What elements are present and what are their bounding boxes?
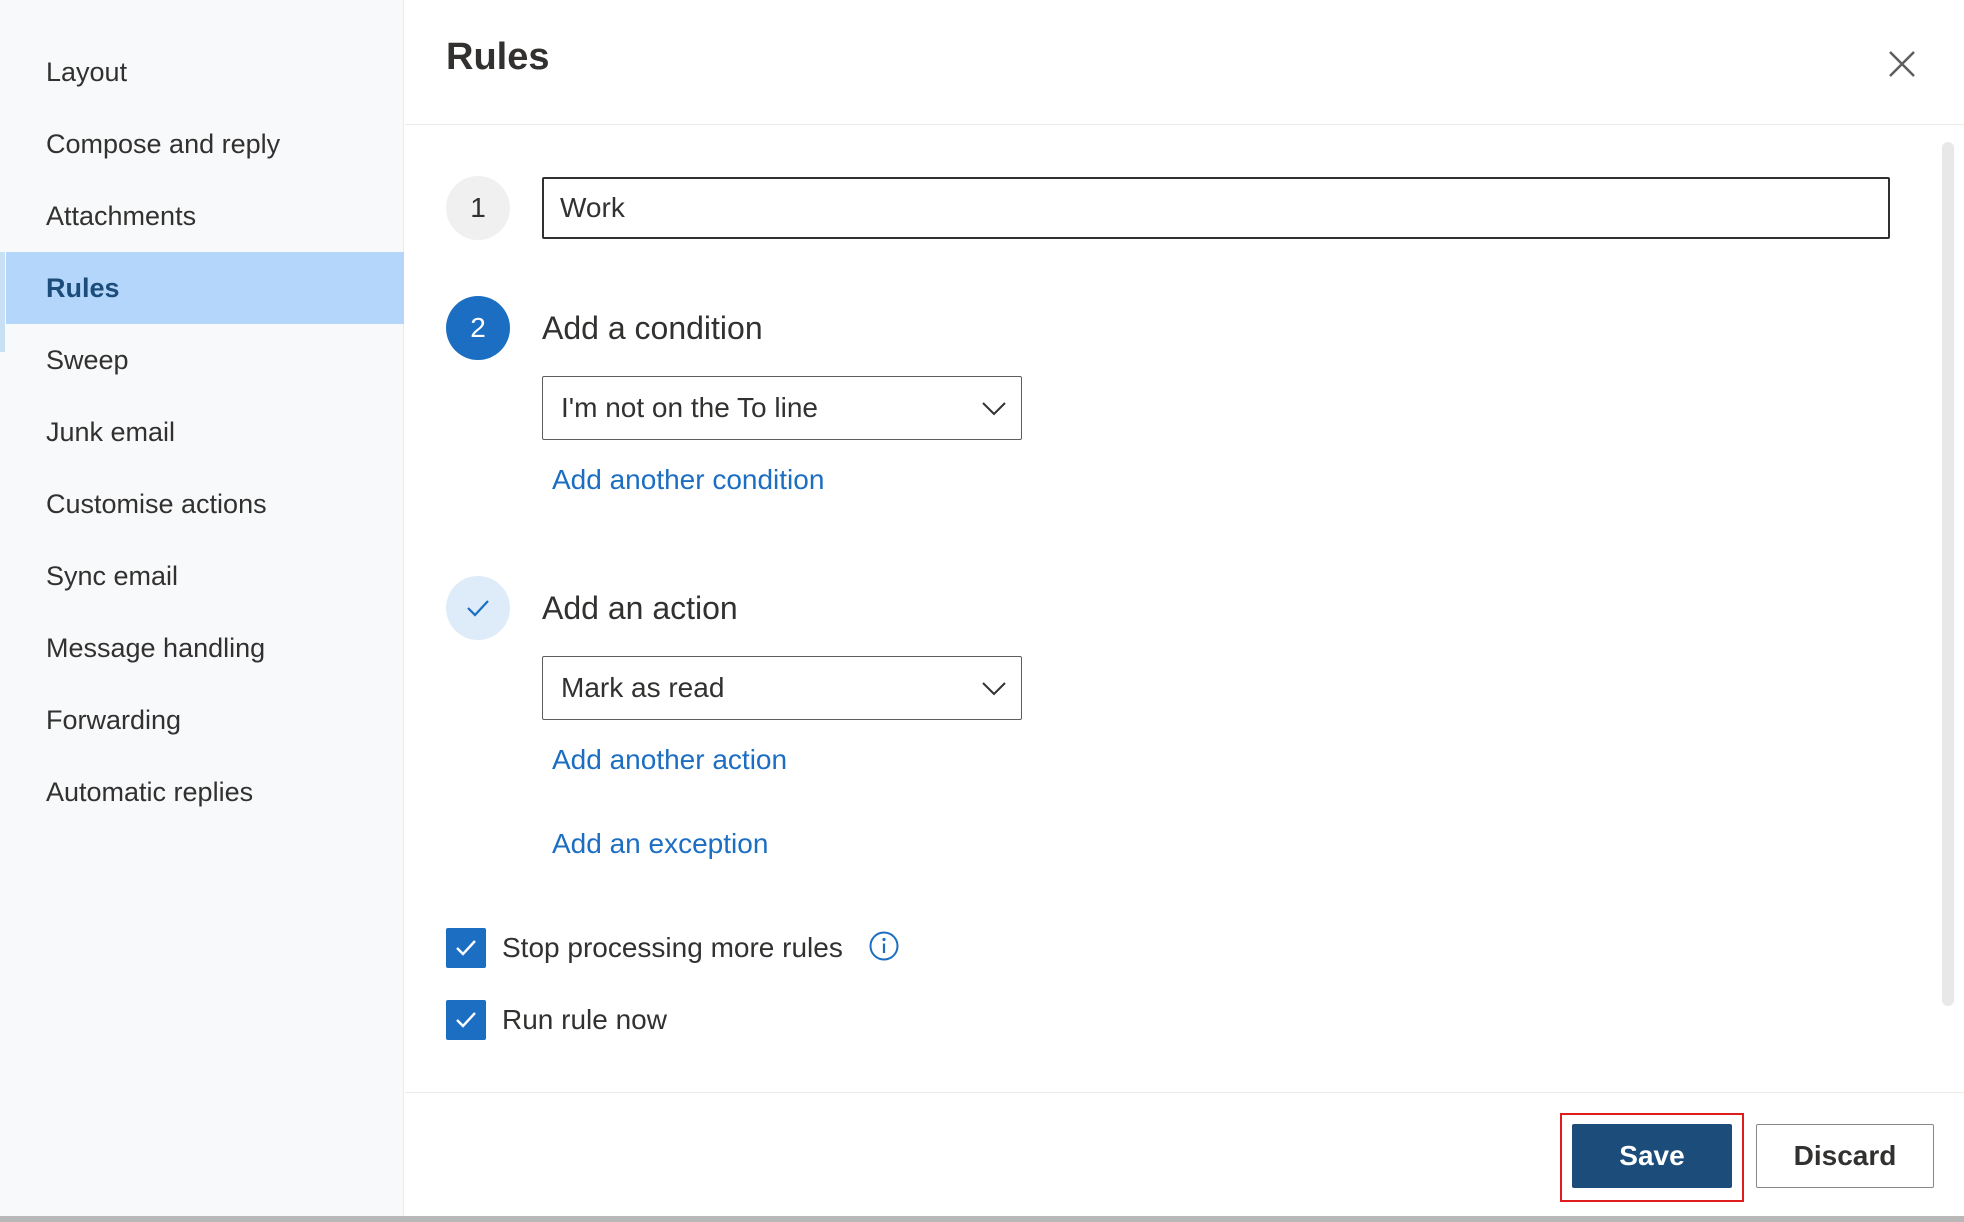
sidebar-item-message-handling[interactable]: Message handling: [6, 612, 404, 684]
sidebar-item-label: Customise actions: [46, 488, 267, 519]
step-1-circle: 1: [446, 176, 510, 240]
sidebar-item-label: Attachments: [46, 200, 197, 231]
sidebar-item-layout[interactable]: Layout: [6, 36, 404, 108]
sidebar-item-compose-and-reply[interactable]: Compose and reply: [6, 108, 404, 180]
sidebar-item-attachments[interactable]: Attachments: [6, 180, 404, 252]
step-3-circle: [446, 576, 510, 640]
sidebar-item-label: Forwarding: [46, 704, 182, 735]
sidebar-item-label: Layout: [46, 56, 128, 87]
scrollbar[interactable]: [1942, 142, 1954, 1006]
sidebar-item-label: Junk email: [46, 416, 176, 447]
save-button[interactable]: Save: [1572, 1124, 1732, 1188]
page-title: Rules: [446, 36, 550, 78]
header-divider: [405, 124, 1964, 125]
sidebar-item-label: Rules: [46, 272, 120, 303]
add-another-condition-link[interactable]: Add another condition: [552, 464, 824, 496]
action-heading: Add an action: [542, 590, 738, 626]
footer-divider: [405, 1092, 1964, 1093]
checkmark-icon: [456, 1012, 476, 1028]
add-another-action-link[interactable]: Add another action: [552, 744, 787, 776]
sidebar-item-label: Sweep: [46, 344, 129, 375]
step-2-circle: 2: [446, 296, 510, 360]
sidebar-item-label: Message handling: [46, 632, 266, 663]
sidebar-item-label: Compose and reply: [46, 128, 281, 159]
condition-heading: Add a condition: [542, 310, 763, 346]
close-button[interactable]: [1880, 42, 1924, 86]
window-bottom-edge: [0, 1216, 1964, 1222]
run-rule-now-checkbox[interactable]: [446, 1000, 486, 1040]
stop-processing-checkbox[interactable]: [446, 928, 486, 968]
sidebar-item-automatic-replies[interactable]: Automatic replies: [6, 756, 404, 828]
check-icon: [467, 600, 489, 617]
sidebar-item-label: Automatic replies: [46, 776, 254, 807]
info-button[interactable]: [868, 930, 900, 962]
sidebar-item-junk-email[interactable]: Junk email: [6, 396, 404, 468]
step-number: 2: [470, 312, 486, 343]
sidebar-item-rules[interactable]: Rules: [6, 252, 404, 324]
sidebar-item-sync-email[interactable]: Sync email: [6, 540, 404, 612]
discard-button[interactable]: Discard: [1756, 1124, 1934, 1188]
close-icon: [1889, 51, 1915, 77]
settings-sidebar: Layout Compose and reply Attachments Rul…: [0, 0, 404, 1222]
run-rule-now-label: Run rule now: [502, 1004, 667, 1035]
chevron-down-icon: [982, 402, 1006, 416]
sidebar-edge-accent: [0, 252, 5, 352]
action-dropdown[interactable]: Mark as read: [542, 656, 1022, 720]
chevron-down-icon: [982, 682, 1006, 696]
sidebar-item-sweep[interactable]: Sweep: [6, 324, 404, 396]
sidebar-item-label: Sync email: [46, 560, 179, 591]
info-icon: [869, 931, 899, 961]
step-number: 1: [470, 192, 486, 223]
sidebar-item-customise-actions[interactable]: Customise actions: [6, 468, 404, 540]
checkmark-icon: [456, 940, 476, 956]
stop-processing-label: Stop processing more rules: [502, 932, 843, 963]
action-dropdown-value: Mark as read: [561, 672, 725, 703]
add-an-exception-link[interactable]: Add an exception: [552, 828, 768, 860]
rule-name-input[interactable]: [542, 177, 1890, 239]
condition-dropdown-value: I'm not on the To line: [561, 392, 818, 423]
sidebar-item-forwarding[interactable]: Forwarding: [6, 684, 404, 756]
condition-dropdown[interactable]: I'm not on the To line: [542, 376, 1022, 440]
